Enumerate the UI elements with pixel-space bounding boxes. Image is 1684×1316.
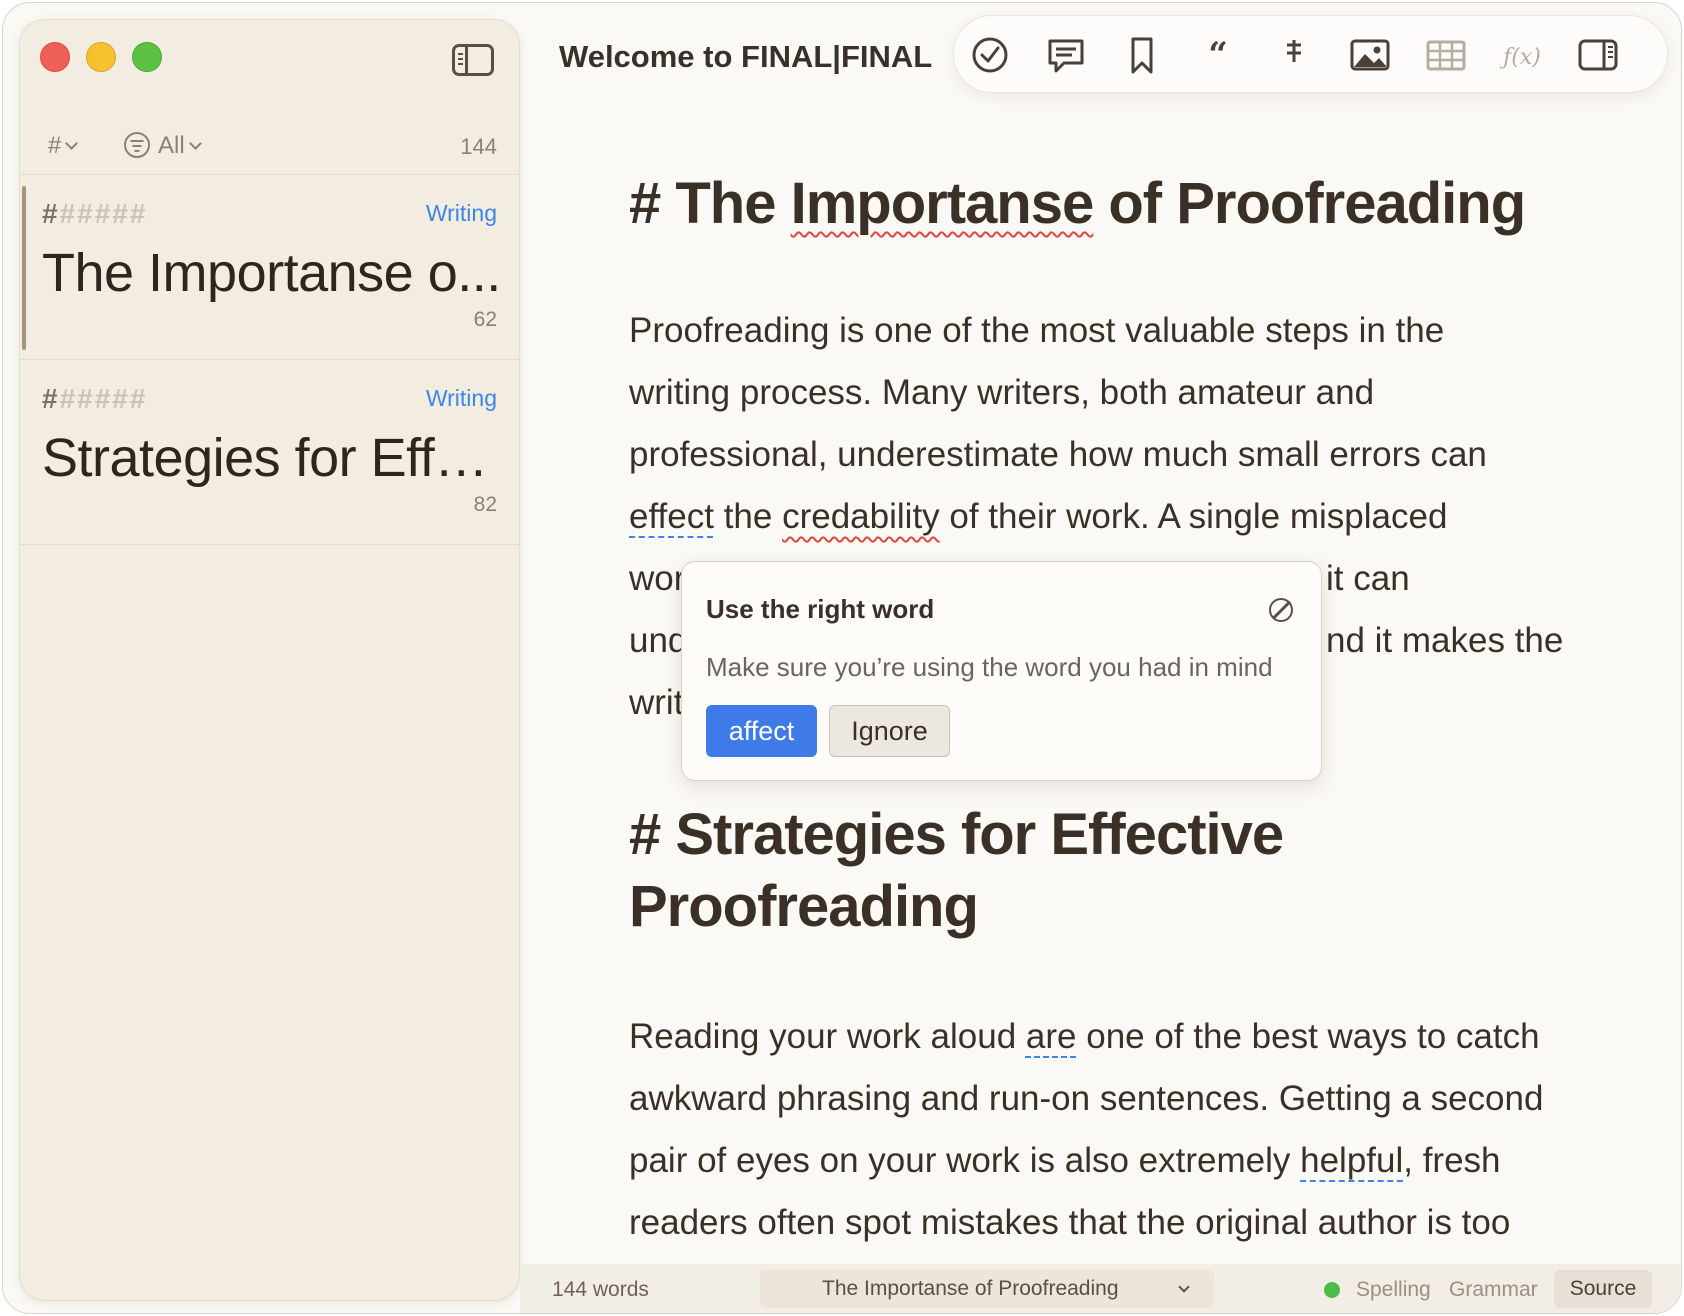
formula-icon[interactable]: ƒ(x) [1498, 33, 1544, 77]
status-bar: 144 words The Importanse of Proofreading… [520, 1264, 1680, 1313]
formatting-toolbar: “ ƒ(x) [953, 15, 1668, 93]
spelling-toggle[interactable]: Spelling [1356, 1278, 1431, 1302]
document-title: Welcome to FINAL|FINAL [559, 39, 933, 74]
ignore-button[interactable]: Ignore [829, 705, 950, 757]
item-title: The Importanse o... [42, 243, 501, 303]
text-line: wor [629, 559, 686, 598]
grammar-suggestion[interactable]: effect [629, 497, 714, 536]
suggestion-popover: Use the right word Make sure you’re usin… [681, 561, 1322, 781]
spelling-error[interactable]: credability [782, 497, 940, 536]
minimize-window-button[interactable] [86, 42, 116, 72]
grammar-suggestion[interactable]: are [1026, 1017, 1077, 1056]
footnote-icon[interactable] [1272, 33, 1316, 77]
sidebar-filter-bar: # All 144 [20, 126, 519, 166]
tag-filter[interactable]: All [124, 132, 202, 160]
popover-description: Make sure you’re using the word you had … [706, 652, 1273, 682]
close-window-button[interactable] [40, 42, 70, 72]
apply-suggestion-button[interactable]: affect [706, 705, 817, 757]
outline-item[interactable]: ###### Writing Strategies for Effe... 82 [20, 361, 519, 543]
spelling-error[interactable]: Importanse [791, 171, 1095, 236]
grammar-suggestion[interactable]: helpful [1300, 1141, 1403, 1180]
right-sidebar-icon[interactable] [1576, 33, 1620, 77]
table-icon[interactable] [1424, 33, 1468, 77]
image-icon[interactable] [1348, 33, 1392, 77]
chevron-down-icon [1178, 1281, 1190, 1293]
popover-title: Use the right word [706, 594, 935, 624]
hash-filter-label: # [48, 132, 62, 159]
heading-navigator[interactable]: The Importanse of Proofreading [760, 1270, 1214, 1308]
svg-text:ƒ(x): ƒ(x) [1500, 45, 1541, 70]
app-window: # All 144 ###### Writing The Importanse … [2, 2, 1682, 1314]
chevron-down-icon [65, 137, 79, 150]
heading-level-indicator: ###### [42, 198, 148, 229]
text-line: readers often spot mistakes that the ori… [629, 1203, 1511, 1242]
total-word-count: 144 [460, 134, 497, 159]
word-count: 144 words [552, 1278, 649, 1301]
current-heading-label: The Importanse of Proofreading [822, 1277, 1119, 1300]
heading-1: # Strategies for Effective Proofreading [629, 802, 1284, 939]
all-filter-label: All [158, 132, 185, 159]
text-line: it can [1326, 559, 1410, 598]
bookmark-icon[interactable] [1120, 33, 1164, 77]
grammar-toggle[interactable]: Grammar [1449, 1278, 1538, 1302]
text-line: awkward phrasing and run-on sentences. G… [629, 1079, 1544, 1118]
heading-1: # The Importanse of Proofreading [629, 171, 1526, 236]
text-line: writing process. Many writers, both amat… [629, 373, 1375, 412]
comment-icon[interactable] [1044, 33, 1088, 77]
divider [20, 174, 519, 175]
svg-text:“: “ [1208, 35, 1228, 75]
zoom-window-button[interactable] [132, 42, 162, 72]
chevron-down-icon [188, 137, 202, 150]
divider [20, 544, 519, 545]
checkmark-icon[interactable] [968, 33, 1012, 77]
source-mode-button[interactable]: Source [1554, 1270, 1652, 1308]
item-title: Strategies for Effe... [42, 428, 502, 488]
filter-icon [124, 132, 150, 158]
outline-item[interactable]: ###### Writing The Importanse o... 62 [20, 176, 519, 358]
item-tag[interactable]: Writing [426, 200, 497, 227]
disable-rule-icon[interactable] [1269, 598, 1293, 622]
text-line: writ [629, 683, 684, 722]
heading-level-indicator: ###### [42, 383, 148, 414]
text-line: professional, underestimate how much sma… [629, 435, 1487, 474]
heading-level-filter[interactable]: # [48, 132, 79, 160]
item-word-count: 82 [473, 493, 497, 516]
sidebar-toggle-icon[interactable] [452, 44, 494, 76]
text-line: Proofreading is one of the most valuable… [629, 311, 1445, 350]
divider [20, 359, 519, 360]
quote-icon[interactable]: “ [1196, 33, 1240, 77]
text-line: effect the credability of their work. A … [629, 497, 1448, 536]
text-line: und [629, 621, 688, 660]
item-word-count: 62 [473, 308, 497, 331]
text-line: pair of eyes on your work is also extrem… [629, 1141, 1501, 1180]
sidebar: # All 144 ###### Writing The Importanse … [19, 19, 520, 1301]
text-line: nd it makes the [1326, 621, 1564, 660]
text-line: Reading your work aloud are one of the b… [629, 1017, 1540, 1056]
status-ok-indicator [1324, 1282, 1340, 1298]
item-tag[interactable]: Writing [426, 385, 497, 412]
